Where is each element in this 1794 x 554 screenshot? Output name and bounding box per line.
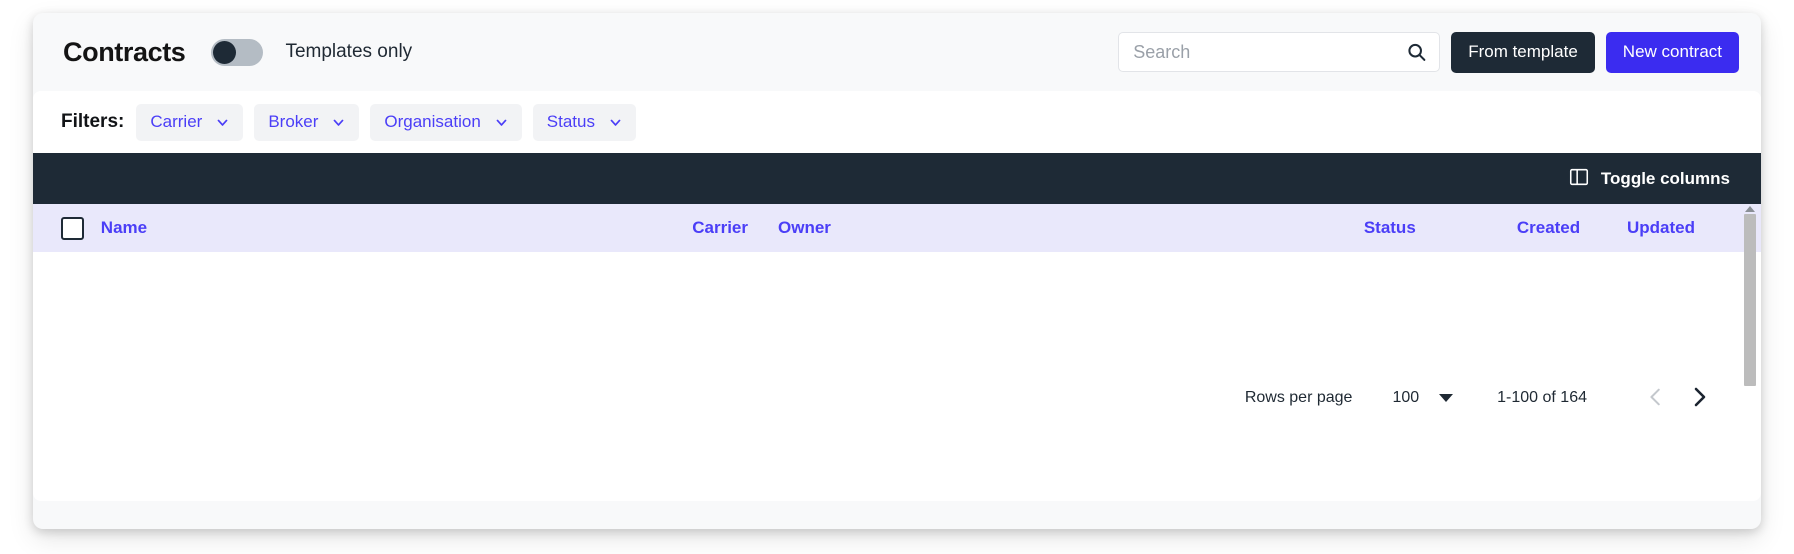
page-header: Contracts Templates only From template N… <box>33 13 1761 91</box>
from-template-button[interactable]: From template <box>1451 31 1595 73</box>
templates-only-label: Templates only <box>285 41 413 62</box>
filter-chip-organisation[interactable]: Organisation <box>370 103 522 141</box>
contracts-table: Name Carrier Owner Status Created Update… <box>33 204 1761 386</box>
column-header-name[interactable]: Name <box>101 204 604 252</box>
table-body <box>33 252 1761 370</box>
filters-bar: Filters: Carrier Broker Organisation Sta… <box>33 91 1761 153</box>
table-head: Name Carrier Owner Status Created Update… <box>33 204 1761 252</box>
contracts-card: Filters: Carrier Broker Organisation Sta… <box>33 91 1761 501</box>
table-empty-cell <box>33 252 1761 370</box>
table: Name Carrier Owner Status Created Update… <box>33 204 1761 370</box>
column-header-created[interactable]: Created <box>1416 204 1580 252</box>
chevron-left-icon <box>1645 386 1667 411</box>
table-empty-state <box>33 252 1761 370</box>
header-actions: From template New contract <box>1118 31 1739 73</box>
toggle-columns-button[interactable]: Toggle columns <box>1568 166 1730 191</box>
select-all-cell <box>33 204 101 252</box>
templates-only-toggle[interactable] <box>211 38 264 66</box>
filter-chip-broker[interactable]: Broker <box>254 103 360 141</box>
table-header-row: Name Carrier Owner Status Created Update… <box>33 204 1761 252</box>
rows-per-page-value: 100 <box>1392 389 1420 406</box>
filter-chip-label: Broker <box>268 112 319 131</box>
filter-chip-label: Organisation <box>384 112 481 131</box>
filters-label: Filters: <box>61 111 125 132</box>
filter-chip-status[interactable]: Status <box>532 103 636 141</box>
filter-chip-label: Carrier <box>150 112 203 131</box>
contracts-page: Contracts Templates only From template N… <box>33 13 1761 529</box>
pagination-range: 1-100 of 164 <box>1497 389 1587 406</box>
column-header-carrier[interactable]: Carrier <box>604 204 748 252</box>
table-toolbar: Toggle columns <box>33 153 1761 204</box>
search-input[interactable] <box>1119 33 1440 71</box>
filter-chip-carrier[interactable]: Carrier <box>136 103 244 141</box>
chevron-down-icon <box>332 116 345 129</box>
columns-icon <box>1568 166 1590 191</box>
column-header-owner[interactable]: Owner <box>748 204 902 252</box>
card-inner: Filters: Carrier Broker Organisation Sta… <box>33 91 1761 501</box>
column-header-status[interactable]: Status <box>902 204 1416 252</box>
chevron-right-icon <box>1687 385 1711 412</box>
next-page-button[interactable] <box>1677 385 1721 412</box>
page-title: Contracts <box>63 36 186 67</box>
title-group: Contracts Templates only <box>33 37 412 68</box>
checkbox-unchecked-icon[interactable] <box>61 216 84 240</box>
chevron-down-icon <box>216 116 229 129</box>
search-box[interactable] <box>1118 32 1441 72</box>
scroll-up-arrow-icon[interactable] <box>1745 206 1755 212</box>
previous-page-button[interactable] <box>1635 386 1677 411</box>
chevron-down-icon <box>495 116 508 129</box>
caret-down-icon <box>1439 394 1454 402</box>
filter-chip-label: Status <box>546 112 595 131</box>
rows-per-page-select[interactable]: 100 <box>1392 389 1454 407</box>
column-header-updated[interactable]: Updated <box>1580 204 1761 252</box>
toggle-knob <box>213 40 237 64</box>
rows-per-page-label: Rows per page <box>1244 389 1353 406</box>
toggle-columns-label: Toggle columns <box>1600 168 1730 188</box>
table-scrollbar[interactable] <box>1743 204 1757 386</box>
pagination-bar: Rows per page 100 1-100 of 164 <box>33 370 1761 426</box>
chevron-down-icon <box>609 116 622 129</box>
scroll-thumb[interactable] <box>1744 214 1756 386</box>
new-contract-button[interactable]: New contract <box>1605 31 1739 73</box>
